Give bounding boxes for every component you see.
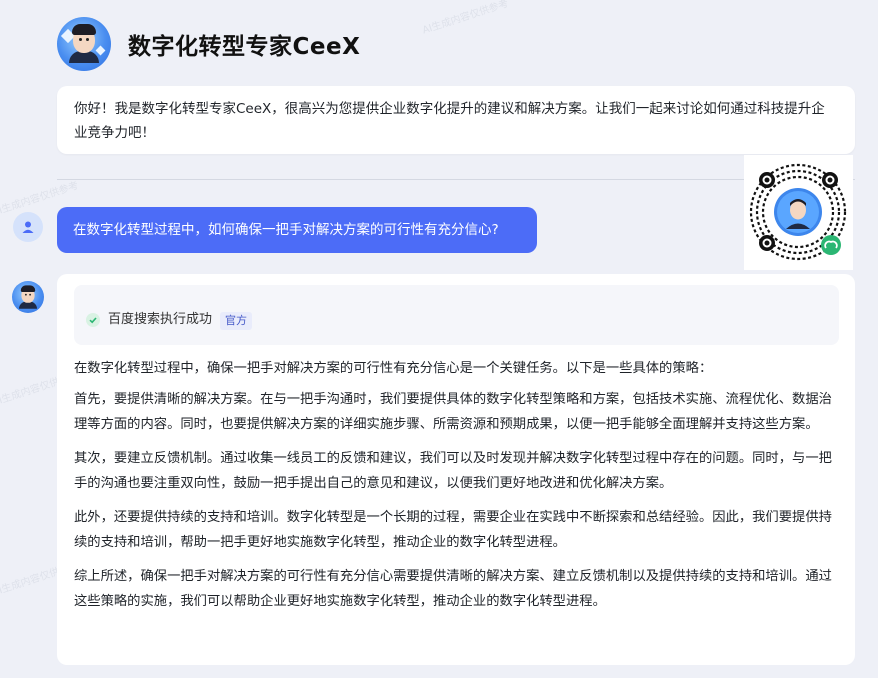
chat-header: 数字化转型专家CeeX (57, 17, 360, 71)
answer-paragraph: 此外，还要提供持续的支持和培训。数字化转型是一个长期的过程，需要企业在实践中不断… (74, 510, 832, 550)
bot-avatar-small (12, 281, 44, 313)
divider (57, 179, 855, 180)
answer-paragraph: 综上所述，确保一把手对解决方案的可行性有充分信心需要提供清晰的解决方案、建立反馈… (74, 569, 832, 609)
answer-paragraph: 首先，要提供清晰的解决方案。在与一把手沟通时，我们要提供具体的数字化转型策略和方… (74, 392, 832, 432)
watermark: AI生成内容仅供参考 (421, 0, 510, 37)
greeting-message: 你好！我是数字化转型专家CeeX，很高兴为您提供企业数字化提升的建议和解决方案。… (57, 86, 855, 154)
user-message-bubble: 在数字化转型过程中，如何确保一把手对解决方案的可行性有充分信心? (57, 207, 537, 253)
answer-paragraph: 在数字化转型过程中，确保一把手对解决方案的可行性有充分信心是一个关键任务。以下是… (74, 361, 713, 376)
search-status[interactable]: 百度搜索执行成功 官方 (74, 285, 839, 345)
qr-code-icon (744, 155, 853, 270)
user-avatar (13, 212, 43, 242)
answer-paragraph: 其次，要建立反馈机制。通过收集一线员工的反馈和建议，我们可以及时发现并解决数字化… (74, 451, 832, 491)
user-icon (22, 221, 34, 233)
mini-program-icon (821, 235, 841, 255)
search-status-label: 百度搜索执行成功 (108, 312, 213, 327)
page-title: 数字化转型专家CeeX (128, 34, 361, 60)
bot-answer-card: 百度搜索执行成功 官方 在数字化转型过程中，确保一把手对解决方案的可行性有充分信… (57, 274, 855, 665)
official-badge: 官方 (220, 312, 253, 330)
check-icon (86, 313, 100, 327)
bot-avatar (57, 17, 111, 71)
